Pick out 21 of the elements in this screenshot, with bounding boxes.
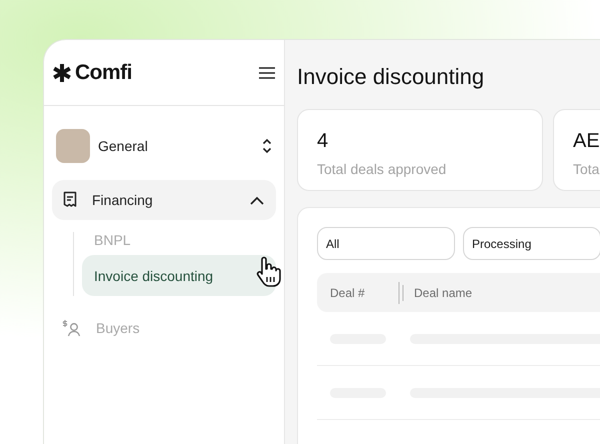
column-header[interactable]: Deal # [330,286,390,300]
filter-field[interactable]: All [317,227,455,260]
asterisk-logo-icon [52,62,72,82]
page-title: Invoice discounting [297,64,486,91]
column-header[interactable]: Deal name [414,286,472,300]
account-name[interactable]: General [98,138,262,154]
nav-subitem[interactable]: Invoice discounting [82,255,276,296]
column-resize-handle-icon[interactable] [398,280,404,306]
logo-text: Comfi [75,60,132,84]
receipt-icon [62,191,78,209]
stat-label: Tota [573,161,600,178]
nav-item[interactable]: Financing [52,180,276,220]
filter-field[interactable]: Processing [463,227,600,260]
avatar-photo-placeholder [56,129,90,163]
stat-value: AE [573,130,600,154]
stat-label: Total deals approved [317,161,448,178]
chevron-up-icon [250,196,264,204]
chevron-up-down-icon[interactable] [262,138,272,154]
menu-icon[interactable] [259,66,275,78]
stat-value: 4 [317,130,330,154]
buyer-money-icon [62,319,82,337]
